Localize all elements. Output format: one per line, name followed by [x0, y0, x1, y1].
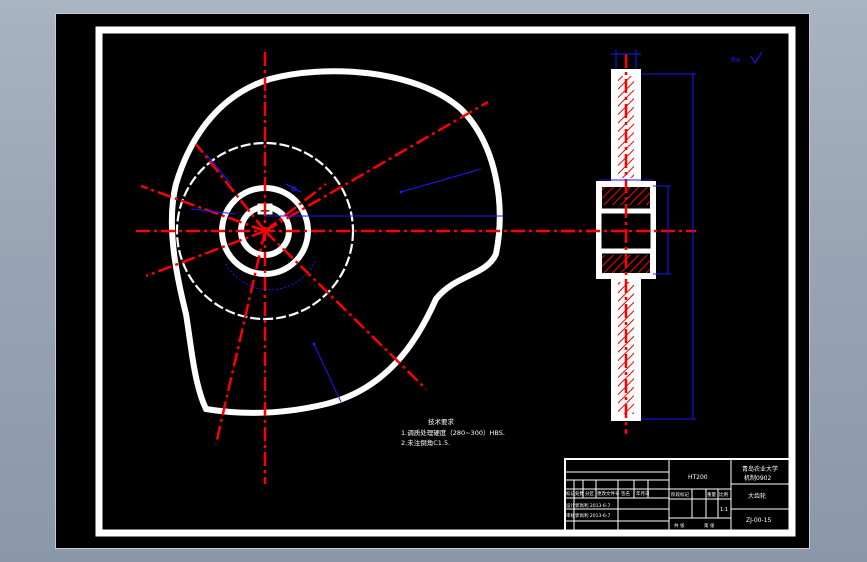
- row-label-date: 年月日: [636, 490, 650, 497]
- class-line: 机制0902: [744, 474, 771, 482]
- design-value: 郭尚利 2013-6-7: [575, 502, 610, 509]
- school-name: 青岛农业大学: [742, 465, 778, 473]
- drawing-border-outer: [95, 26, 796, 537]
- row-label-sign: 签名: [621, 490, 630, 497]
- cad-viewport[interactable]: Ra 技术要求 1.调质处理硬度（280~300）HBS. 2.未注倒角C1.5…: [55, 13, 810, 549]
- scale-label: 比例: [719, 491, 728, 498]
- part-name: 大齿轮: [748, 492, 766, 500]
- stage-label: 阶段标记: [671, 491, 689, 498]
- tech-requirements-heading: 技术要求: [428, 417, 455, 426]
- weight-label: 重量: [707, 491, 716, 498]
- sheet-number: 第 张: [704, 522, 715, 529]
- drawing-number: ZJ-00-15: [746, 517, 771, 524]
- sheet-count: 共 张: [674, 522, 685, 529]
- tech-requirement-line-1: 1.调质处理硬度（280~300）HBS.: [401, 428, 505, 437]
- gear-front-view: [136, 52, 616, 484]
- tech-requirement-line-2: 2.未注倒角C1.5.: [401, 438, 450, 447]
- tech-requirements: 技术要求 1.调质处理硬度（280~300）HBS. 2.未注倒角C1.5.: [401, 417, 505, 447]
- row-label-zone: 分区: [585, 490, 594, 497]
- dimension-lines: [190, 153, 503, 403]
- material-label: HT200: [688, 474, 708, 481]
- check-value: 郭尚利 2013-6-7: [575, 512, 610, 519]
- row-label-change: 更改文件号: [597, 490, 620, 497]
- roughness-symbol: Ra: [731, 51, 763, 64]
- scale-value: 1:1: [720, 507, 728, 513]
- svg-text:Ra: Ra: [731, 56, 740, 64]
- title-block: HT200 青岛农业大学 机制0902 大齿轮 ZJ-00-15 标记 处数 分…: [564, 458, 792, 534]
- cad-drawing-canvas: Ra 技术要求 1.调质处理硬度（280~300）HBS. 2.未注倒角C1.5…: [95, 26, 796, 537]
- row-label-count: 处数: [575, 490, 584, 497]
- gear-section-view: [561, 50, 696, 434]
